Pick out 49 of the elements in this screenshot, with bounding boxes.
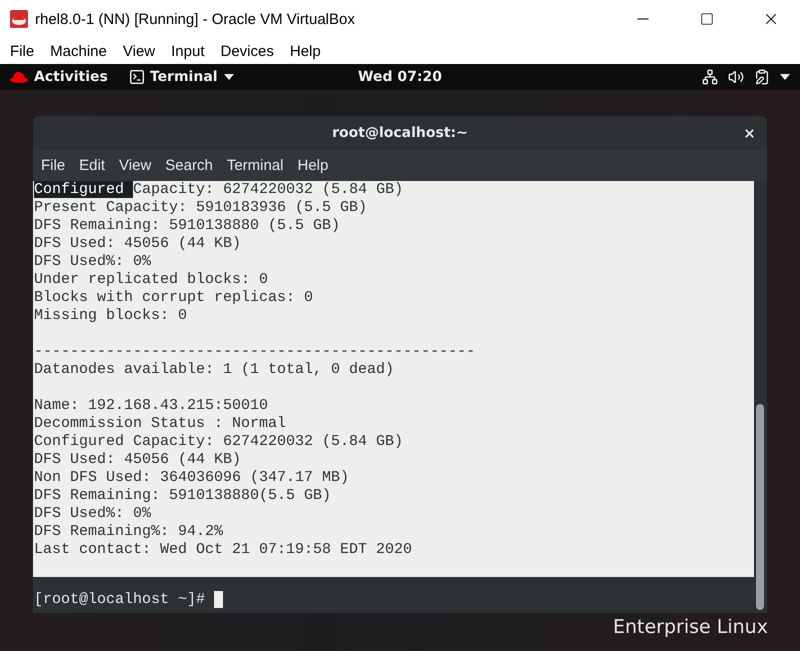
menu-item[interactable]: Terminal: [220, 157, 290, 174]
clock[interactable]: Wed 07:20: [358, 69, 442, 85]
output-line: Non DFS Used: 364036096 (347.17 MB): [34, 469, 350, 487]
text-cursor: [214, 590, 224, 608]
output-line: Last contact: Wed Oct 21 07:19:58 EDT 2020: [34, 541, 414, 559]
output-line: DFS Remaining%: 94.2%: [34, 523, 224, 541]
output-line: Blocks with corrupt replicas: 0: [34, 289, 314, 307]
menu-item[interactable]: Machine: [42, 42, 115, 60]
output-line: DFS Remaining: 5910138880(5.5 GB): [34, 487, 332, 505]
output-line: DFS Used%: 0%: [34, 253, 152, 271]
menu-item[interactable]: Search: [158, 157, 220, 174]
menu-item[interactable]: View: [114, 42, 164, 60]
menu-item[interactable]: Help: [282, 42, 329, 60]
output-line: DFS Used: 45056 (44 KB): [34, 235, 242, 253]
output-line: Name: 192.168.43.215:50010: [34, 397, 270, 415]
output-line: -------------------------------------------------: [34, 343, 476, 361]
activities-button[interactable]: Activities: [34, 69, 108, 85]
scrollbar-thumb[interactable]: [756, 404, 764, 610]
menu-item[interactable]: Help: [290, 157, 336, 174]
app-name[interactable]: Terminal: [150, 69, 218, 85]
menu-item[interactable]: View: [112, 157, 158, 174]
caret-icon[interactable]: [224, 74, 234, 80]
terminal-icon[interactable]: [130, 70, 144, 84]
caret-icon[interactable]: [780, 74, 790, 80]
menu-item[interactable]: Input: [163, 42, 212, 60]
output-line: Datanodes available: 1 (1 total, 0 dead): [34, 361, 396, 379]
maximize-icon[interactable]: [700, 12, 714, 26]
output-line: DFS Used: 45056 (44 KB): [34, 451, 242, 469]
clipboard-icon[interactable]: [754, 69, 770, 85]
menu-item[interactable]: Devices: [212, 42, 282, 60]
terminal-title: root@localhost:~: [332, 125, 468, 141]
app-icon: [9, 9, 29, 29]
output-line: Decommission Status : Normal: [34, 415, 288, 433]
network-icon[interactable]: [702, 69, 718, 85]
hat-icon: [10, 71, 28, 83]
output-line: Under replicated blocks: 0: [34, 271, 270, 289]
output-line: DFS Used%: 0%: [34, 505, 152, 523]
output-line: Configured Capacity: 6274220032 (5.84 GB): [34, 181, 404, 199]
output-line: Missing blocks: 0: [34, 307, 188, 325]
output-line: DFS Remaining: 5910138880 (5.5 GB): [34, 217, 342, 235]
menu-item[interactable]: File: [2, 42, 42, 60]
window-title: rhel8.0-1 (NN) [Running] - Oracle VM VirtualBox: [35, 10, 356, 28]
output-line: Present Capacity: 5910183936 (5.5 GB): [34, 199, 368, 217]
menu-item[interactable]: Edit: [72, 157, 112, 174]
output-line: Configured Capacity: 6274220032 (5.84 GB): [34, 433, 404, 451]
volume-icon[interactable]: [728, 69, 744, 85]
brand-text: Enterprise Linux: [613, 616, 768, 638]
menu-item[interactable]: File: [34, 157, 72, 174]
shell-prompt: [root@localhost ~]#: [34, 590, 206, 608]
